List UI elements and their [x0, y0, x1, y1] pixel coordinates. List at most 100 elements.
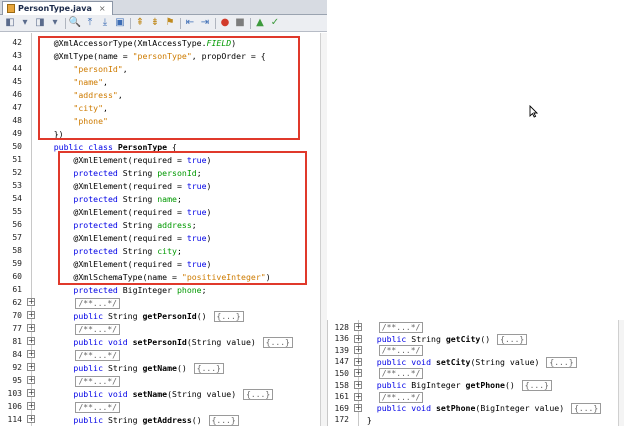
collapsed-fold-marker[interactable]: {...} — [571, 403, 602, 415]
find-prev-icon[interactable]: ⤒ — [83, 17, 97, 30]
code-line[interactable]: 77 + /**...*/ — [0, 322, 327, 335]
code-token: public — [34, 362, 108, 373]
toolbar-separator — [248, 17, 252, 30]
line-number: 44 — [12, 64, 22, 73]
expand-fold-icon[interactable]: + — [354, 346, 362, 355]
line-number: 48 — [12, 116, 22, 125]
shift-right-icon[interactable]: ⇥ — [198, 17, 212, 30]
collapsed-fold-marker[interactable]: /**...*/ — [75, 375, 120, 387]
code-line[interactable]: 161 + /**...*/ — [328, 391, 624, 403]
toggle-bookmark-icon[interactable]: ⚑ — [163, 17, 177, 30]
code-token: BigInteger — [122, 284, 177, 295]
collapsed-fold-marker[interactable]: /**...*/ — [378, 345, 424, 357]
collapsed-fold-marker[interactable]: {...} — [546, 356, 577, 368]
code-line[interactable]: 169 + public void setPhone(BigInteger val… — [328, 402, 624, 415]
prev-bookmark-icon[interactable]: ⇞ — [133, 17, 147, 30]
annotation-highlight-box-fields — [58, 151, 307, 285]
shift-left-icon[interactable]: ⇤ — [183, 17, 197, 30]
collapsed-fold-marker[interactable]: /**...*/ — [75, 323, 120, 335]
code-line[interactable]: 136 + public String getCity() {...} — [328, 333, 624, 345]
code-token: } — [362, 414, 372, 425]
expand-fold-icon[interactable]: + — [354, 369, 362, 378]
collapsed-fold-marker[interactable]: /**...*/ — [75, 401, 120, 413]
code-token: (BigInteger value) — [475, 403, 570, 414]
expand-fold-icon[interactable]: + — [354, 404, 362, 413]
code-line[interactable]: 158 + public BigInteger getPhone() {...} — [328, 379, 624, 391]
left-editor-window: PersonType.java × ◧ ▾ ◨ ▾ 🔍 ⤒ ⤓ ▣ ⇞ ⇟ ⚑ ⇤ ⇥ ● ■ ▲ ✓ 42 @… — [0, 0, 327, 426]
code-line[interactable]: 92 + public String getName() {...} — [0, 361, 327, 374]
code-token: public void — [34, 336, 133, 347]
line-number: 92 — [12, 363, 22, 372]
code-text: /**...*/ — [362, 391, 424, 403]
code-text: public String getPersonId() {...} — [34, 310, 244, 322]
line-number: 59 — [12, 259, 22, 268]
code-line[interactable]: 84 + /**...*/ — [0, 348, 327, 361]
collapsed-fold-marker[interactable]: /**...*/ — [75, 297, 120, 309]
collapsed-fold-marker[interactable]: {...} — [193, 362, 224, 374]
code-line[interactable]: 62 + /**...*/ — [0, 296, 327, 309]
collapsed-fold-marker[interactable]: {...} — [521, 380, 552, 391]
line-number: 58 — [12, 246, 22, 255]
line-number: 95 — [12, 376, 22, 385]
collapsed-fold-marker[interactable]: {...} — [262, 336, 293, 348]
code-line[interactable]: 114 + public String getAddress() {...} — [0, 413, 327, 426]
code-line[interactable]: 70 + public String getPersonId() {...} — [0, 309, 327, 322]
code-token: setPersonId — [132, 336, 187, 347]
line-number: 56 — [12, 220, 22, 229]
start-macro-icon[interactable]: ● — [218, 17, 232, 30]
line-number: 43 — [12, 51, 22, 60]
tab-persontype-java[interactable]: PersonType.java × — [2, 1, 113, 15]
code-line[interactable]: 172 } — [328, 414, 624, 426]
line-number: 50 — [12, 142, 22, 151]
line-number: 57 — [12, 233, 22, 242]
next-bookmark-icon[interactable]: ⇟ — [148, 17, 162, 30]
code-token: protected — [34, 284, 123, 295]
code-line[interactable]: 95 + /**...*/ — [0, 374, 327, 387]
line-number: 62 — [12, 298, 22, 307]
run-icon[interactable]: ▲ — [253, 17, 267, 30]
find-icon[interactable]: 🔍 — [68, 17, 82, 30]
stop-macro-icon[interactable]: ■ — [233, 17, 247, 30]
code-line[interactable]: 106 + /**...*/ — [0, 400, 327, 413]
toggle-highlight-icon[interactable]: ▣ — [113, 17, 127, 30]
back-dropdown-icon[interactable]: ▾ — [18, 17, 32, 30]
expand-fold-icon[interactable]: + — [354, 381, 362, 389]
code-line[interactable]: 147 + public void setCity(String value) {… — [328, 356, 624, 368]
line-number: 84 — [12, 350, 22, 359]
forward-icon[interactable]: ◨ — [33, 17, 47, 30]
expand-fold-icon[interactable]: + — [354, 357, 362, 366]
collapsed-fold-marker[interactable]: {...} — [213, 310, 244, 322]
collapsed-fold-marker[interactable]: {...} — [208, 414, 239, 426]
code-line[interactable]: 103 + public void setName(String value) {… — [0, 387, 327, 400]
code-text: public String getName() {...} — [34, 362, 224, 374]
line-number: 54 — [12, 194, 22, 203]
close-icon[interactable]: × — [99, 4, 106, 13]
collapsed-fold-marker[interactable]: /**...*/ — [75, 349, 120, 361]
code-token: String — [411, 333, 446, 344]
right-scrollbar[interactable] — [618, 320, 624, 426]
collapsed-fold-marker[interactable]: /**...*/ — [378, 368, 424, 380]
back-icon[interactable]: ◧ — [3, 17, 17, 30]
collapsed-fold-marker[interactable]: /**...*/ — [378, 391, 424, 403]
expand-fold-icon[interactable]: + — [354, 323, 362, 331]
code-token: public void — [362, 403, 436, 414]
find-next-icon[interactable]: ⤓ — [98, 17, 112, 30]
code-token: ; — [201, 284, 207, 295]
forward-dropdown-icon[interactable]: ▾ — [48, 17, 62, 30]
left-scrollbar[interactable] — [320, 33, 327, 426]
collapsed-fold-marker[interactable]: {...} — [497, 333, 528, 345]
collapsed-fold-marker[interactable]: {...} — [243, 388, 274, 400]
annotation-highlight-box-top — [38, 36, 300, 140]
code-line[interactable]: 128 + /**...*/ — [328, 321, 624, 333]
code-line[interactable]: 150 + /**...*/ — [328, 367, 624, 380]
code-token: (String value) — [167, 388, 242, 399]
check-icon[interactable]: ✓ — [268, 17, 282, 30]
expand-fold-icon[interactable]: + — [354, 334, 362, 343]
collapsed-fold-marker[interactable]: /**...*/ — [378, 322, 424, 333]
expand-fold-icon[interactable]: + — [354, 392, 362, 401]
code-line[interactable]: 139 + /**...*/ — [328, 344, 624, 357]
code-line[interactable]: 81 + public void setPersonId(String value… — [0, 335, 327, 348]
